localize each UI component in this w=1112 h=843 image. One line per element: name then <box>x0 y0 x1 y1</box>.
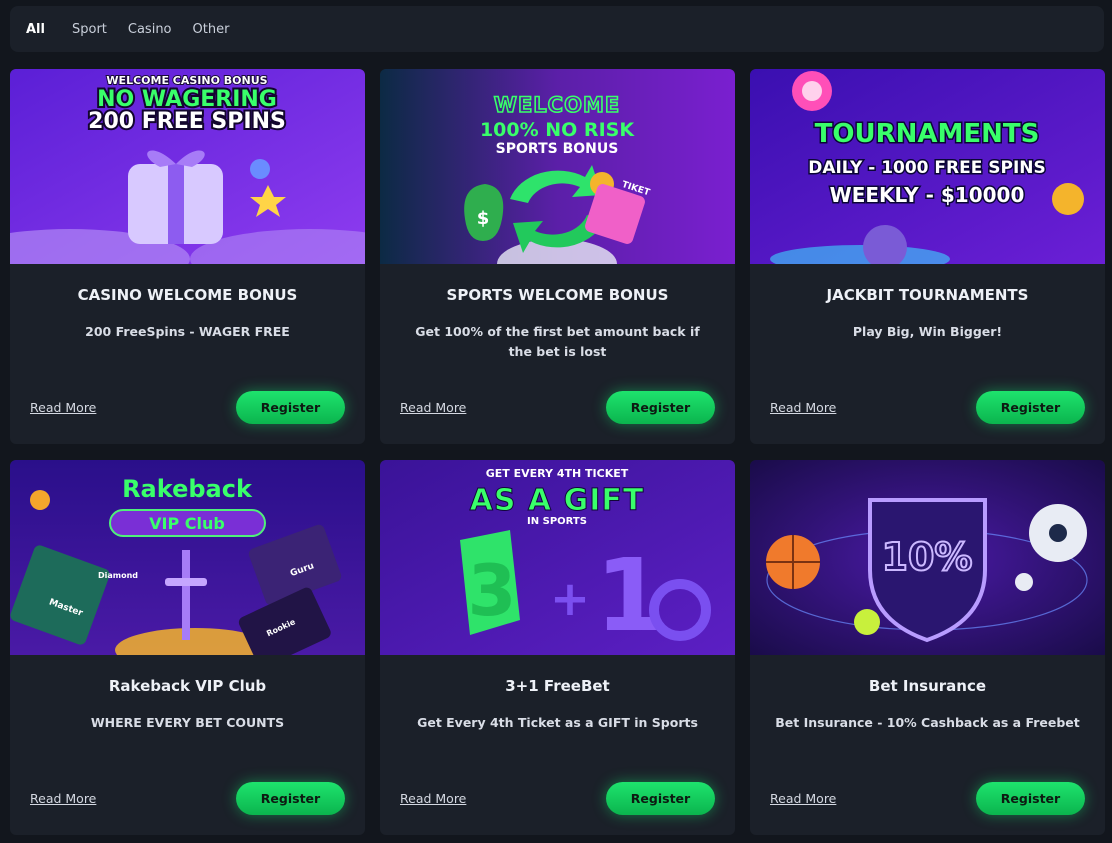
promo-subtitle: Get Every 4th Ticket as a GIFT in Sports <box>417 715 698 730</box>
register-button[interactable]: Register <box>236 391 345 424</box>
bitcoin-icon <box>30 490 50 510</box>
svg-text:3: 3 <box>468 550 517 632</box>
promo-title: Rakeback VIP Club <box>108 677 267 695</box>
promo-card-rakeback-vip: Master Guru Diamond Rookie Rakeback VIP … <box>10 460 365 835</box>
read-more-link[interactable]: Read More <box>400 791 466 806</box>
banner-line-2: AS A GIFT <box>470 483 645 518</box>
svg-text:$: $ <box>477 208 490 229</box>
filter-tab-sport[interactable]: Sport <box>72 22 107 37</box>
promo-banner-bet-insurance[interactable]: 10% <box>750 460 1105 655</box>
svg-text:+: + <box>550 571 590 627</box>
banner-line-3: WEEKLY - $10000 <box>830 183 1025 207</box>
promotions-grid: WELCOME CASINO BONUS NO WAGERING 200 FRE… <box>10 69 1105 835</box>
promo-banner-sports-welcome[interactable]: $ TIKET WELCOME 100% NO RISK SPORTS BONU… <box>380 69 735 264</box>
filter-tab-other[interactable]: Other <box>193 22 230 37</box>
promo-subtitle: WHERE EVERY BET COUNTS <box>90 715 285 730</box>
promo-title: Bet Insurance <box>868 677 987 695</box>
banner-line-1: Rakeback <box>122 475 253 503</box>
promo-title: CASINO WELCOME BONUS <box>77 286 298 304</box>
promo-banner-tournaments[interactable]: TOURNAMENTS DAILY - 1000 FREE SPINS WEEK… <box>750 69 1105 264</box>
read-more-link[interactable]: Read More <box>770 791 836 806</box>
register-button[interactable]: Register <box>976 391 1085 424</box>
filter-tab-all[interactable]: All <box>26 22 45 37</box>
banner-line-1: GET EVERY 4TH TICKET <box>486 467 629 480</box>
banner-line-1: WELCOME <box>494 93 620 117</box>
promo-banner-rakeback-vip[interactable]: Master Guru Diamond Rookie Rakeback VIP … <box>10 460 365 655</box>
register-button[interactable]: Register <box>606 391 715 424</box>
read-more-link[interactable]: Read More <box>400 400 466 415</box>
coin-icon <box>1052 183 1084 215</box>
promo-subtitle: Get 100% of the first bet amount back if… <box>415 324 700 359</box>
promo-banner-freebet[interactable]: 3 + 1 GET EVERY 4TH TICKET AS A GIFT IN … <box>380 460 735 655</box>
banner-line-3: IN SPORTS <box>527 516 587 527</box>
promo-subtitle: 200 FreeSpins - WAGER FREE <box>85 324 290 339</box>
read-more-link[interactable]: Read More <box>30 791 96 806</box>
register-button[interactable]: Register <box>976 782 1085 815</box>
banner-line-1: TOURNAMENTS <box>815 119 1040 149</box>
banner-line-2: 100% NO RISK <box>480 119 635 141</box>
read-more-link[interactable]: Read More <box>30 400 96 415</box>
promo-banner-casino-welcome[interactable]: WELCOME CASINO BONUS NO WAGERING 200 FRE… <box>10 69 365 264</box>
promo-card-bet-insurance: 10% Bet Insurance Bet Insurance - 10% Ca… <box>750 460 1105 835</box>
promo-card-freebet: 3 + 1 GET EVERY 4TH TICKET AS A GIFT IN … <box>380 460 735 835</box>
banner-line-1: 10% <box>882 535 973 579</box>
promo-card-casino-welcome: WELCOME CASINO BONUS NO WAGERING 200 FRE… <box>10 69 365 444</box>
register-button[interactable]: Register <box>606 782 715 815</box>
promo-card-tournaments: TOURNAMENTS DAILY - 1000 FREE SPINS WEEK… <box>750 69 1105 444</box>
promo-title: 3+1 FreeBet <box>505 677 610 695</box>
read-more-link[interactable]: Read More <box>770 400 836 415</box>
category-filter-bar: All Sport Casino Other <box>10 6 1104 52</box>
filter-tab-casino[interactable]: Casino <box>128 22 172 37</box>
banner-line-1: WELCOME CASINO BONUS <box>106 74 267 87</box>
banner-line-3: SPORTS BONUS <box>496 141 619 157</box>
banner-line-3: 200 FREE SPINS <box>88 109 286 134</box>
promo-card-sports-welcome: $ TIKET WELCOME 100% NO RISK SPORTS BONU… <box>380 69 735 444</box>
promo-subtitle: Bet Insurance - 10% Cashback as a Freebe… <box>775 715 1080 730</box>
banner-line-2: VIP Club <box>149 514 225 533</box>
register-button[interactable]: Register <box>236 782 345 815</box>
banner-line-2: DAILY - 1000 FREE SPINS <box>808 158 1046 178</box>
promo-title: SPORTS WELCOME BONUS <box>446 286 669 304</box>
tennis-ball-icon <box>854 609 880 635</box>
promo-subtitle: Play Big, Win Bigger! <box>852 324 1003 339</box>
sword-icon <box>182 550 190 640</box>
svg-text:Diamond: Diamond <box>98 571 138 580</box>
promo-title: JACKBIT TOURNAMENTS <box>826 286 1029 304</box>
